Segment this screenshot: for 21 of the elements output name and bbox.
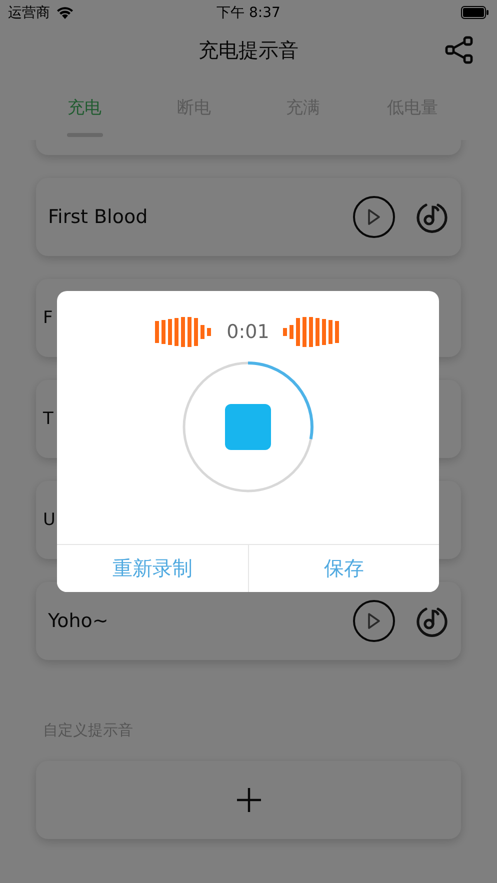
page-title: 充电提示音 — [198, 36, 298, 64]
sound-wave-icon — [283, 317, 342, 347]
dialog-button[interactable]: 保存 — [248, 545, 439, 592]
carrier-label: 运营商 — [8, 4, 50, 22]
play-button[interactable] — [353, 196, 395, 238]
sound-name: T — [43, 409, 54, 429]
sound-name: F — [43, 308, 53, 328]
tab[interactable]: 充电 — [30, 75, 140, 140]
sound-wave-icon — [154, 317, 213, 347]
play-icon — [367, 612, 381, 630]
play-icon — [367, 208, 381, 226]
sound-name: Yoho~ — [48, 610, 110, 632]
recording-time: 0:01 — [226, 321, 270, 343]
wifi-icon — [56, 6, 74, 19]
clock-time: 下午 8:37 — [216, 4, 280, 22]
play-button[interactable] — [353, 600, 395, 642]
battery-icon — [461, 6, 489, 19]
plus-icon — [236, 787, 262, 813]
sound-name: First Blood — [48, 206, 149, 228]
share-icon[interactable] — [445, 36, 473, 64]
sound-name: U — [43, 510, 56, 530]
